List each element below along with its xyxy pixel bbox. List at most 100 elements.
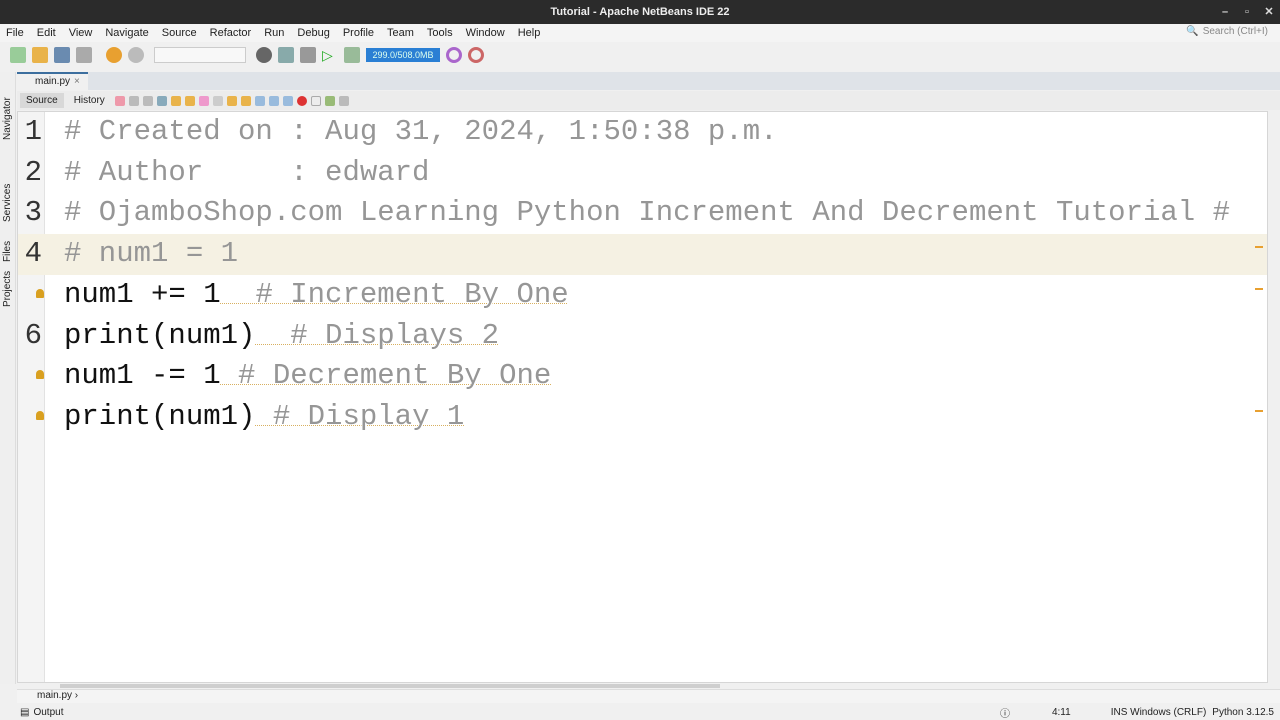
next-bookmark-icon[interactable] [240,95,251,106]
code-line[interactable]: num1 += 1 # Increment By One [18,275,1267,316]
output-icon: ▤ [20,706,30,718]
python-platform[interactable]: Python 3.12.5 [1212,707,1274,718]
configuration-select[interactable] [154,47,246,63]
menu-file[interactable]: File [6,27,24,39]
search-input[interactable]: Search (Ctrl+I) [1203,26,1268,37]
code-comment: # Decrement By One [220,359,552,393]
search-icon: 🔍 [1186,26,1199,37]
code-comment: # Increment By One [220,277,569,311]
hint-bulb-icon[interactable] [36,288,44,298]
output-tab[interactable]: Output [33,707,63,718]
profile-icon[interactable] [468,47,484,63]
last-edit-icon[interactable] [114,95,125,106]
menu-help[interactable]: Help [518,27,541,39]
history-tab[interactable]: History [68,93,111,108]
code-line[interactable]: print(num1) # Display 1 [18,397,1267,438]
debug-icon[interactable] [344,47,360,63]
code-line[interactable]: 2 # Author : edward [18,153,1267,194]
comment-icon[interactable] [324,95,335,106]
menu-view[interactable]: View [69,27,93,39]
error-stripe-mark[interactable] [1255,410,1263,412]
code-comment: # num1 = 1 [64,237,239,271]
globe-icon[interactable] [256,47,272,63]
back-icon[interactable] [128,95,139,106]
run-icon[interactable]: ▷ [322,47,338,63]
code-line[interactable]: 1 # Created on : Aug 31, 2024, 1:50:38 p.… [18,112,1267,153]
search-box[interactable]: 🔍 Search (Ctrl+I) [1186,26,1268,37]
stop-macro-icon[interactable] [310,95,321,106]
menu-profile[interactable]: Profile [343,27,374,39]
breadcrumb: main.py › [17,689,1280,703]
line-number: 1 [24,115,42,148]
menu-navigate[interactable]: Navigate [105,27,148,39]
code-editor[interactable]: 1 # Created on : Aug 31, 2024, 1:50:38 p.… [17,111,1268,683]
menu-window[interactable]: Window [466,27,505,39]
code-line[interactable]: 6 print(num1) # Displays 2 [18,316,1267,357]
open-project-icon[interactable] [54,47,70,63]
window-title: Tutorial - Apache NetBeans IDE 22 [550,6,730,18]
record-macro-icon[interactable] [296,95,307,106]
menu-team[interactable]: Team [387,27,414,39]
tab-main-py[interactable]: main.py × [17,72,88,90]
code-statement: print(num1) [64,318,256,352]
left-side-panel: Navigator Services Files Projects [0,72,16,684]
navigator-tab[interactable]: Navigator [2,97,13,140]
line-number: 2 [24,155,42,189]
menu-bar: File Edit View Navigate Source Refactor Run Deb… [0,24,1280,42]
status-bar: ▤ Output ⓘ 4:11 INS Windows (CRLF) Pytho… [0,704,1280,720]
projects-tab[interactable]: Projects [2,271,13,307]
code-comment: # Display 1 [255,399,465,433]
hint-bulb-icon[interactable] [36,410,44,420]
shift-right-icon[interactable] [282,95,293,106]
toggle-rect-select-icon[interactable] [212,95,223,106]
find-next-icon[interactable] [184,95,195,106]
code-line[interactable]: 3 # OjamboShop.com Learning Python Increm… [18,193,1267,234]
find-icon[interactable] [156,95,167,106]
title-bar: Tutorial - Apache NetBeans IDE 22 – ▫ ✕ [0,0,1280,24]
find-prev-icon[interactable] [170,95,181,106]
caret-position: 4:11 [1051,706,1071,718]
hint-bulb-icon[interactable] [36,370,44,380]
save-all-icon[interactable] [76,47,92,63]
shift-left-icon[interactable] [268,95,279,106]
services-tab[interactable]: Services [2,184,13,222]
code-statement: num1 += 1 [64,277,221,311]
code-comment: # OjamboShop.com Learning Python Increme… [64,196,1230,230]
code-comment: # Author : edward [64,155,430,189]
memory-indicator[interactable]: 299.0/508.0MB [366,48,440,62]
error-stripe-mark[interactable] [1255,288,1263,290]
clean-build-icon[interactable] [300,47,316,63]
uncomment-icon[interactable] [338,95,349,106]
files-tab[interactable]: Files [2,241,13,262]
code-statement: print(num1) [64,399,256,433]
new-project-icon[interactable] [32,47,48,63]
forward-icon[interactable] [142,95,153,106]
toggle-highlight-icon[interactable] [198,95,209,106]
menu-source[interactable]: Source [162,27,197,39]
code-line[interactable]: num1 -= 1 # Decrement By One [18,356,1267,397]
maximize-button[interactable]: ▫ [1236,0,1258,24]
breadcrumb-item[interactable]: main.py [37,690,72,701]
close-window-button[interactable]: ✕ [1258,0,1280,24]
build-icon[interactable] [278,47,294,63]
error-stripe-mark[interactable] [1255,246,1263,248]
notifications-icon[interactable]: ⓘ [1000,705,1010,720]
source-tab[interactable]: Source [20,93,64,108]
menu-run[interactable]: Run [264,27,284,39]
menu-edit[interactable]: Edit [37,27,56,39]
close-tab-icon[interactable]: × [74,76,80,87]
menu-tools[interactable]: Tools [427,27,453,39]
undo-icon[interactable] [106,47,122,63]
line-number: 6 [24,318,42,352]
new-file-icon[interactable] [10,47,26,63]
gc-icon[interactable] [446,47,462,63]
menu-debug[interactable]: Debug [297,27,329,39]
code-line[interactable]: 4 # num1 = 1 [18,234,1267,275]
code-comment: # Displays 2 [255,318,500,352]
prev-bookmark-icon[interactable] [226,95,237,106]
horizontal-scrollbar[interactable] [60,684,720,688]
minimize-button[interactable]: – [1214,0,1236,24]
redo-icon[interactable] [128,47,144,63]
toggle-bookmark-icon[interactable] [254,95,265,106]
menu-refactor[interactable]: Refactor [210,27,252,39]
